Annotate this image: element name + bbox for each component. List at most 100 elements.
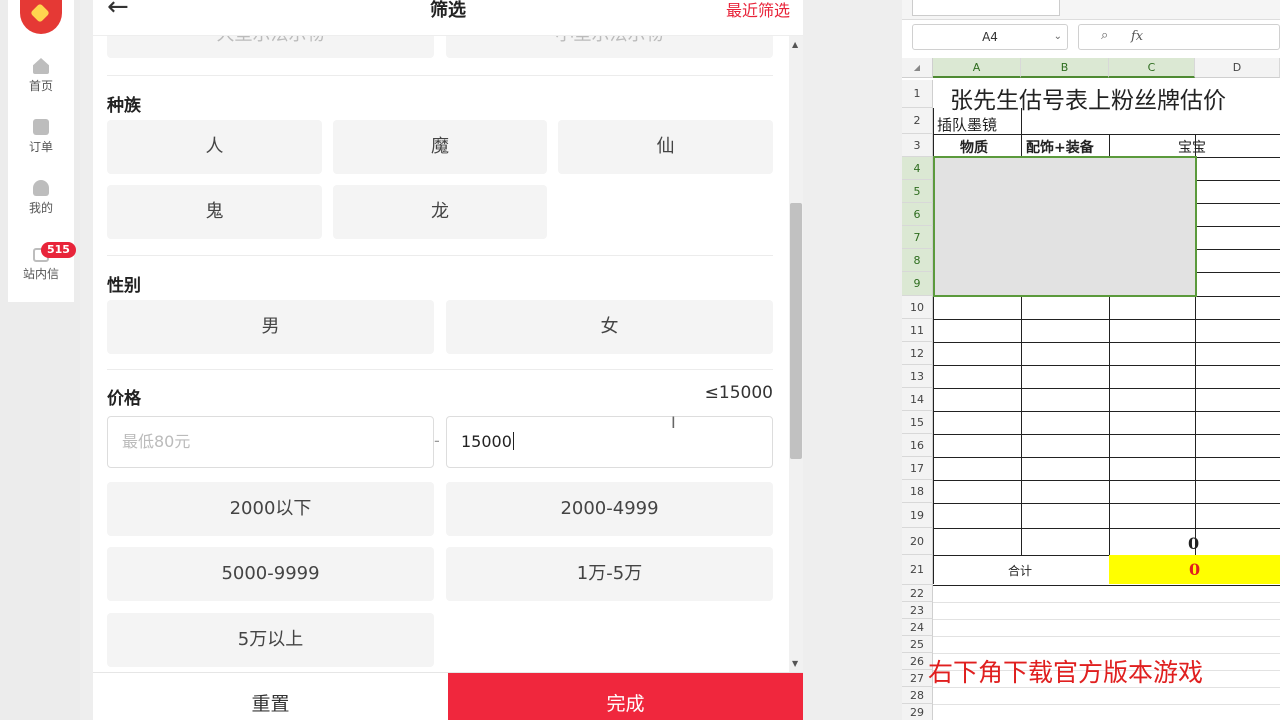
row-header[interactable]: 10 [902, 296, 933, 319]
message-count-badge: 515 [41, 242, 76, 258]
done-button[interactable]: 完成 [448, 673, 803, 720]
filter-footer: 重置 完成 [93, 672, 803, 720]
header-cell-accessory[interactable]: 配饰+装备 [1026, 137, 1094, 157]
row-header[interactable]: 5 [902, 180, 933, 203]
row-header[interactable]: 12 [902, 342, 933, 365]
grid-row-line [933, 319, 1280, 320]
price-range-option[interactable]: 2000以下 [107, 482, 434, 536]
sidebar-item-label: 首页 [28, 79, 53, 93]
row-header[interactable]: 16 [902, 434, 933, 457]
formula-bar[interactable]: ⌕ fx [1078, 24, 1280, 50]
header-cell-material[interactable]: 物质 [960, 137, 988, 157]
price-range-option[interactable]: 5万以上 [107, 613, 434, 667]
row-header[interactable]: 8 [902, 249, 933, 272]
total-value-cell[interactable]: 0 [1189, 560, 1200, 579]
grid-row-line [933, 411, 1280, 412]
scroll-up-arrow-icon[interactable]: ▲ [792, 40, 798, 49]
name-box-value: A4 [982, 30, 998, 44]
sheet-title-cell[interactable]: 张先生估号表上粉丝牌估价 [950, 81, 1226, 115]
row-header[interactable]: 14 [902, 388, 933, 411]
grid-row-line [933, 602, 1280, 603]
total-label-cell[interactable]: 合计 [1008, 562, 1032, 579]
column-header[interactable]: A [933, 58, 1021, 78]
zoom-icon[interactable]: ⌕ [1101, 28, 1108, 43]
grid-row-line [933, 388, 1280, 389]
row-header[interactable]: 19 [902, 503, 933, 528]
row-header[interactable]: 2 [902, 108, 933, 134]
watermark-text: 右下角下载官方版本游戏 [928, 658, 1204, 687]
scrollbar-thumb[interactable] [790, 203, 802, 459]
price-range-option[interactable]: 2000-4999 [446, 482, 773, 536]
toolbar-box[interactable] [912, 0, 1060, 16]
race-option[interactable]: 鬼 [107, 185, 322, 239]
page-title: 筛选 [430, 0, 466, 21]
row-header[interactable]: 9 [902, 272, 933, 296]
price-range-option[interactable]: 1万-5万 [446, 547, 773, 601]
reset-button[interactable]: 重置 [93, 673, 448, 720]
spreadsheet-toolbar [902, 0, 1280, 20]
race-option[interactable]: 龙 [333, 185, 547, 239]
row-header[interactable]: 29 [902, 704, 933, 720]
column-header[interactable]: B [1021, 58, 1109, 78]
row-header[interactable]: 28 [902, 687, 933, 704]
row-header[interactable]: 13 [902, 365, 933, 388]
sidebar-item-orders[interactable]: 订单 [8, 119, 74, 155]
column-header[interactable]: D [1195, 58, 1280, 78]
price-separator: - [434, 431, 440, 450]
sidebar-item-home[interactable]: 首页 [8, 58, 74, 94]
grid-row-line [933, 480, 1280, 481]
price-section-title: 价格 [107, 389, 141, 409]
sidebar-item-mine[interactable]: 我的 [8, 180, 74, 216]
row-header[interactable]: 3 [902, 134, 933, 157]
price-cap-value: ≤15000 [704, 383, 773, 403]
grid-row-line [933, 342, 1280, 343]
min-price-input[interactable]: 最低80元 [107, 416, 434, 468]
grid-row-line [933, 704, 1280, 705]
grid-row-line [933, 503, 1280, 504]
row-header[interactable]: 25 [902, 636, 933, 653]
race-section-title: 种族 [107, 96, 141, 116]
cell-c20[interactable]: 0 [1188, 534, 1199, 553]
header-cell-pet[interactable]: 宝宝 [1178, 137, 1206, 157]
row-header[interactable]: 20 [902, 528, 933, 555]
race-option[interactable]: 人 [107, 120, 322, 174]
row-header[interactable]: 24 [902, 619, 933, 636]
sidebar-item-label: 我的 [28, 201, 53, 215]
spreadsheet: A4 ⌄ ⌕ fx ◢ A B C D 1 2 3 4 5 6 7 8 9 10 11 12 13 14 1… [902, 0, 1280, 720]
row-header[interactable]: 4 [902, 157, 933, 180]
select-all-corner[interactable]: ◢ [902, 58, 933, 78]
gender-option[interactable]: 男 [107, 300, 434, 354]
grid-row-line [933, 528, 1280, 529]
column-header[interactable]: C [1109, 58, 1195, 78]
recent-filter-link[interactable]: 最近筛选 [726, 0, 790, 21]
gender-option[interactable]: 女 [446, 300, 773, 354]
row-header[interactable]: 7 [902, 226, 933, 249]
grid-row-line [933, 619, 1280, 620]
row-header[interactable]: 17 [902, 457, 933, 480]
ibeam-cursor-icon: I [671, 413, 676, 432]
name-box[interactable]: A4 ⌄ [912, 24, 1068, 50]
row-header[interactable]: 22 [902, 585, 933, 602]
scroll-down-arrow-icon[interactable]: ▼ [792, 659, 798, 668]
app-sidebar: 首页 订单 我的 站内信 515 [0, 0, 80, 720]
row-header[interactable]: 6 [902, 203, 933, 226]
cell-a2[interactable]: 插队墨镜 [937, 114, 997, 135]
chevron-down-icon[interactable]: ⌄ [1054, 25, 1062, 49]
row-header[interactable]: 1 [902, 80, 933, 108]
row-header[interactable]: 18 [902, 480, 933, 503]
grid-row-line [933, 365, 1280, 366]
sidebar-item-label: 订单 [28, 140, 53, 154]
max-price-input[interactable]: 15000 [446, 416, 773, 468]
text-cursor [512, 432, 514, 450]
row-header[interactable]: 15 [902, 411, 933, 434]
race-option[interactable]: 魔 [333, 120, 547, 174]
price-range-option[interactable]: 5000-9999 [107, 547, 434, 601]
order-icon [33, 119, 49, 135]
race-option[interactable]: 仙 [558, 120, 773, 174]
row-header[interactable]: 23 [902, 602, 933, 619]
row-header[interactable]: 11 [902, 319, 933, 342]
fx-icon: fx [1131, 29, 1144, 44]
row-header[interactable]: 21 [902, 555, 933, 585]
filter-panel: 大型示法示物 小型示法示物 ← 筛选 最近筛选 种族 人 魔 仙 鬼 龙 性别 … [93, 0, 803, 720]
filter-header: ← 筛选 最近筛选 [93, 0, 803, 36]
